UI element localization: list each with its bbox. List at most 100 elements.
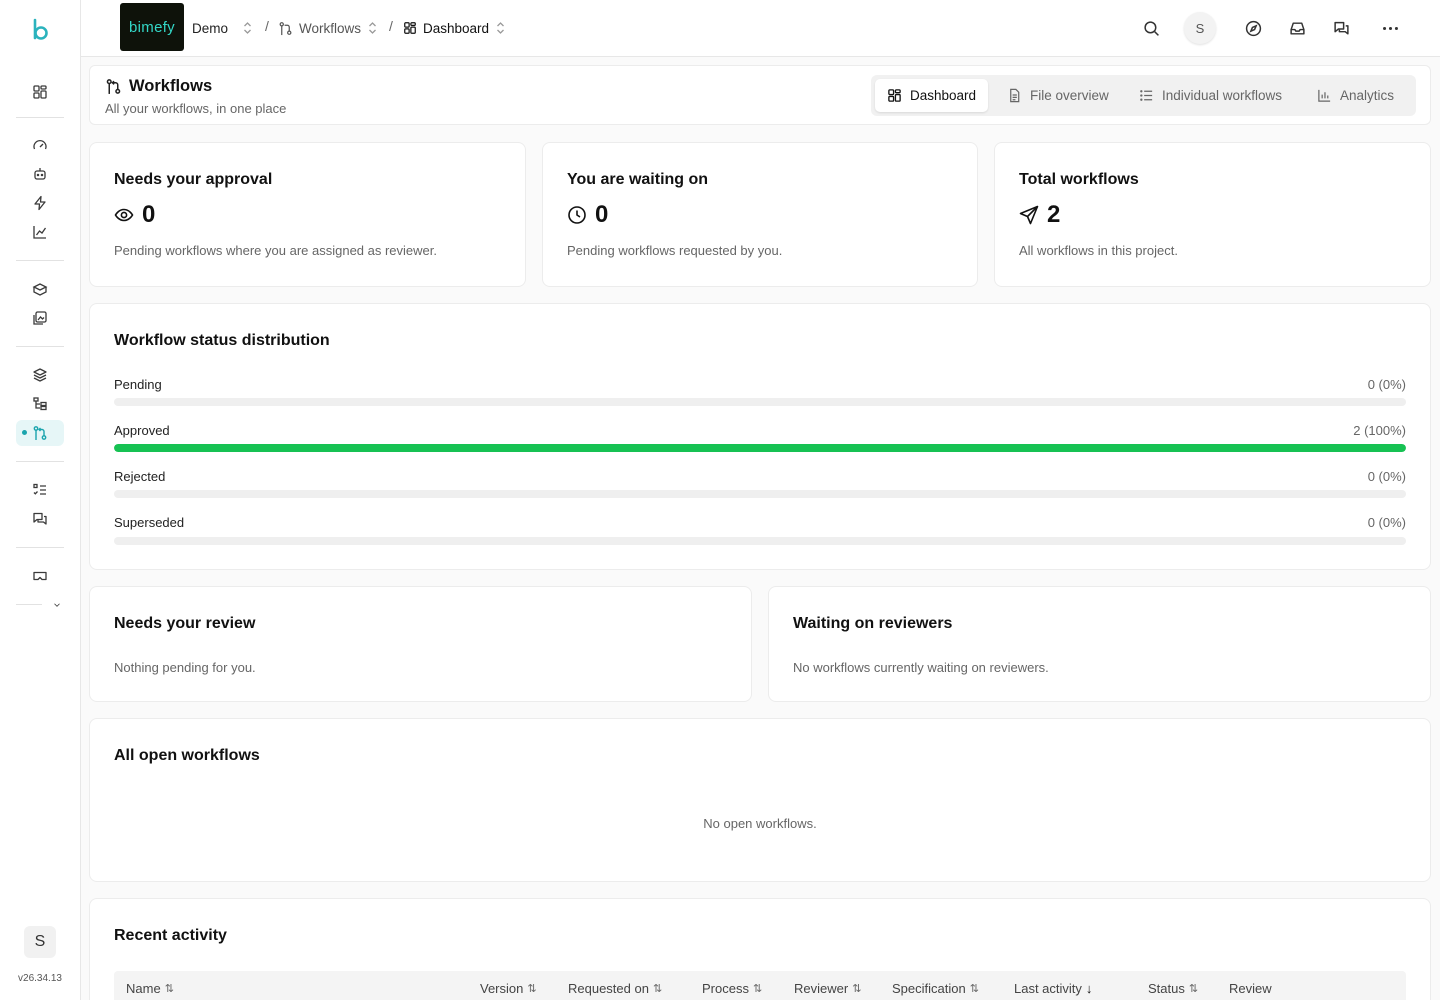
column-header-requested-on[interactable]: Requested on ⇅ <box>568 981 662 996</box>
app-logo[interactable] <box>30 18 52 42</box>
card-title: You are waiting on <box>567 171 709 188</box>
column-header-process[interactable]: Process ⇅ <box>702 981 762 996</box>
column-header-review[interactable]: Review <box>1229 981 1272 996</box>
recent-activity-card: Recent activity Name ⇅ Version ⇅ Requested… <box>89 898 1431 1000</box>
card-description: Pending workflows where you are assigned… <box>114 243 438 258</box>
active-indicator <box>22 430 27 435</box>
card-title: Waiting on reviewers <box>793 615 953 632</box>
column-header-status[interactable]: Status ⇅ <box>1148 981 1198 996</box>
tab-dashboard[interactable]: Dashboard <box>875 79 989 112</box>
status-count: 0 (0%) <box>1367 377 1406 392</box>
sidebar-divider <box>16 117 64 118</box>
lightning-icon[interactable] <box>29 192 51 214</box>
user-avatar[interactable]: S <box>1184 12 1216 44</box>
page-subtitle: All your workflows, in one place <box>105 101 287 116</box>
sidebar-divider <box>16 461 64 462</box>
sidebar: S v26.34.13 <box>0 0 81 1000</box>
status-bar-track <box>114 444 1406 452</box>
breadcrumb-project[interactable]: Demo <box>192 0 253 56</box>
breadcrumb-label: Demo <box>192 20 229 36</box>
stat-value: 0 <box>142 201 156 228</box>
card-title: Needs your approval <box>114 171 273 188</box>
column-header-name[interactable]: Name ⇅ <box>126 981 174 996</box>
status-label: Superseded <box>114 515 185 530</box>
tab-label: Individual workflows <box>1162 88 1283 103</box>
layers-icon[interactable] <box>29 364 51 386</box>
tab-label: File overview <box>1030 88 1109 103</box>
line-chart-icon[interactable] <box>29 221 51 243</box>
status-count: 0 (0%) <box>1367 515 1406 530</box>
tab-file-overview[interactable]: File overview <box>995 79 1121 112</box>
column-header-reviewer[interactable]: Reviewer ⇅ <box>794 981 861 996</box>
column-label: Last activity <box>1014 981 1082 996</box>
breadcrumb-dashboard[interactable]: Dashboard <box>403 0 506 56</box>
inbox-icon[interactable] <box>1285 16 1309 40</box>
sort-icon: ⇅ <box>652 983 663 995</box>
sort-icon: ⇅ <box>969 983 979 995</box>
stat-value: 0 <box>595 201 609 228</box>
status-bar-track <box>114 490 1406 498</box>
sort-icon: ⇅ <box>164 983 174 995</box>
top-bar: bimefy Demo / Workflows / Dashboard S <box>81 0 1440 57</box>
checklist-icon[interactable] <box>29 479 51 501</box>
tab-individual-workflows[interactable]: Individual workflows <box>1127 79 1294 112</box>
card-title: All open workflows <box>114 747 260 764</box>
user-avatar[interactable]: S <box>24 926 56 958</box>
tree-icon[interactable] <box>29 393 51 415</box>
breadcrumb-workflows[interactable]: Workflows <box>278 0 378 56</box>
column-label: Status <box>1148 981 1185 996</box>
cube-icon[interactable] <box>29 278 51 300</box>
vr-headset-icon[interactable] <box>29 565 51 587</box>
chevron-updown-icon <box>244 22 251 34</box>
workflow-icon[interactable] <box>29 422 51 444</box>
column-label: Specification <box>892 981 966 996</box>
sort-desc-icon: ↓ <box>1085 981 1093 996</box>
page-title: Workflows <box>129 77 213 95</box>
column-label: Version <box>480 981 524 996</box>
compass-icon[interactable] <box>1241 16 1265 40</box>
clock-icon <box>568 206 586 224</box>
more-options-icon[interactable] <box>1378 16 1402 40</box>
robot-icon[interactable] <box>29 163 51 185</box>
stat-value: 2 <box>1047 201 1061 228</box>
sort-icon: ⇅ <box>1188 983 1199 995</box>
stat-value-row: 2 <box>1019 201 1060 229</box>
column-header-specification[interactable]: Specification ⇅ <box>892 981 979 996</box>
sort-icon: ⇅ <box>752 983 763 995</box>
tab-analytics[interactable]: Analytics <box>1305 79 1406 112</box>
column-header-last-activity[interactable]: Last activity ↓ <box>1014 981 1092 996</box>
card-title: Needs your review <box>114 615 256 632</box>
waiting-reviewers-card: Waiting on reviewers No workflows curren… <box>768 586 1431 702</box>
list-icon <box>1140 90 1153 101</box>
card-title: Recent activity <box>114 927 227 944</box>
sort-icon: ⇅ <box>527 983 537 995</box>
chat-icon[interactable] <box>1329 16 1353 40</box>
status-distribution-card: Workflow status distribution Pending 0 (… <box>89 303 1431 570</box>
view-tabs: Dashboard File overview Individual workf… <box>871 75 1416 116</box>
sidebar-divider <box>16 547 64 548</box>
breadcrumb-separator: / <box>265 18 269 34</box>
dashboard-icon[interactable] <box>29 81 51 103</box>
status-bar-fill <box>114 444 1406 452</box>
gallery-icon[interactable] <box>29 307 51 329</box>
sidebar-divider <box>16 260 64 261</box>
stat-card-approval: Needs your approval 0 Pending workflows … <box>89 142 526 287</box>
card-description: All workflows in this project. <box>1019 243 1178 258</box>
column-header-version[interactable]: Version ⇅ <box>480 981 537 996</box>
workflow-icon <box>105 78 122 95</box>
dashboard-icon <box>404 22 416 34</box>
brand-logo[interactable]: bimefy <box>120 3 184 51</box>
stat-card-waiting: You are waiting on 0 Pending workflows r… <box>542 142 978 287</box>
empty-message: No open workflows. <box>703 816 817 831</box>
chevron-updown-icon <box>497 22 505 34</box>
send-icon <box>1019 205 1039 225</box>
status-label: Rejected <box>114 469 166 484</box>
search-icon[interactable] <box>1139 16 1163 40</box>
gauge-icon[interactable] <box>29 134 51 156</box>
chevron-down-icon[interactable] <box>47 594 67 616</box>
comments-icon[interactable] <box>29 508 51 530</box>
tab-label: Analytics <box>1340 88 1395 103</box>
breadcrumb-label: Workflows <box>299 20 362 36</box>
column-label: Name <box>126 981 161 996</box>
card-title: Total workflows <box>1019 171 1139 188</box>
